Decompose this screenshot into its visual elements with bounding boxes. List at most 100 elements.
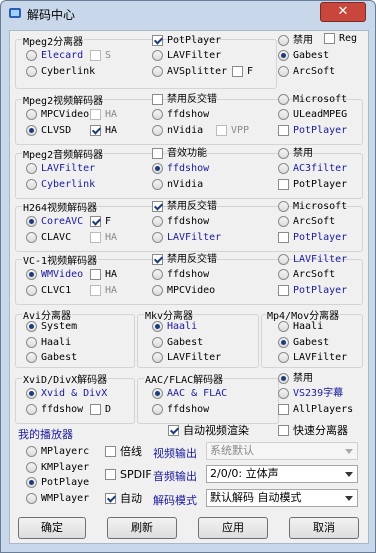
checkbox-icon[interactable] <box>152 201 163 212</box>
option-label: PotPlayer <box>293 179 348 190</box>
radio-icon[interactable] <box>278 66 289 77</box>
radio-icon[interactable] <box>278 321 289 332</box>
checkbox-icon[interactable] <box>105 469 116 480</box>
option-label: SPDIF <box>120 468 152 481</box>
radio-icon[interactable] <box>152 125 163 136</box>
radio-icon[interactable] <box>278 50 289 61</box>
checkbox-icon[interactable] <box>105 493 116 504</box>
radio-icon[interactable] <box>152 109 163 120</box>
radio-icon[interactable] <box>278 352 289 363</box>
radio-icon[interactable] <box>26 232 37 243</box>
checkbox-icon[interactable] <box>278 232 289 243</box>
dropdown-arrow-icon <box>345 449 353 454</box>
radio-icon[interactable] <box>26 337 37 348</box>
option-label: HA <box>105 232 118 243</box>
title-bar[interactable]: 解码中心 ✕ <box>1 1 375 25</box>
radio-icon[interactable] <box>152 179 163 190</box>
checkbox-icon[interactable] <box>90 109 101 120</box>
radio-icon[interactable] <box>278 201 289 212</box>
refresh-button[interactable]: 刷新 <box>107 517 177 539</box>
radio-icon[interactable] <box>152 285 163 296</box>
option-label: ffdshow <box>167 163 210 174</box>
radio-icon[interactable] <box>278 148 289 159</box>
option-label: 倍线 <box>120 445 142 458</box>
checkbox-icon[interactable] <box>90 232 101 243</box>
video-output-select[interactable]: 系统默认 <box>206 442 358 460</box>
checkbox-icon[interactable] <box>232 66 243 77</box>
checkbox-icon[interactable] <box>152 94 163 105</box>
radio-icon[interactable] <box>26 477 37 488</box>
radio-icon[interactable] <box>26 462 37 473</box>
radio-icon[interactable] <box>152 66 163 77</box>
cancel-button[interactable]: 取消 <box>289 517 359 539</box>
radio-icon[interactable] <box>26 125 37 136</box>
decode-mode-select[interactable]: 默认解码 自动模式 <box>206 489 358 507</box>
radio-icon[interactable] <box>26 352 37 363</box>
option-label: LAVFilter <box>167 352 222 363</box>
checkbox-icon[interactable] <box>278 125 289 136</box>
checkbox-icon[interactable] <box>278 285 289 296</box>
radio-icon[interactable] <box>26 216 37 227</box>
radio-icon[interactable] <box>26 269 37 280</box>
radio-icon[interactable] <box>26 388 37 399</box>
close-button[interactable]: ✕ <box>320 2 366 22</box>
radio-icon[interactable] <box>152 216 163 227</box>
radio-icon[interactable] <box>26 50 37 61</box>
checkbox-icon[interactable] <box>90 50 101 61</box>
checkbox-icon[interactable] <box>278 179 289 190</box>
vc1-title: VC-1视频解码器 <box>22 252 99 267</box>
radio-icon[interactable] <box>26 66 37 77</box>
radio-icon[interactable] <box>26 446 37 457</box>
reg-checkbox-box[interactable] <box>324 33 335 44</box>
radio-icon[interactable] <box>152 404 163 415</box>
radio-icon[interactable] <box>152 269 163 280</box>
radio-icon[interactable] <box>278 109 289 120</box>
radio-icon[interactable] <box>152 163 163 174</box>
checkbox-icon[interactable] <box>90 285 101 296</box>
radio-icon[interactable] <box>152 232 163 243</box>
radio-icon[interactable] <box>26 285 37 296</box>
audio-output-select[interactable]: 2/0/0: 立体声 <box>206 465 358 483</box>
radio-icon[interactable] <box>152 50 163 61</box>
close-icon: ✕ <box>337 4 349 19</box>
radio-icon[interactable] <box>278 269 289 280</box>
decode-mode-label: 解码模式 <box>153 494 197 507</box>
radio-icon[interactable] <box>152 337 163 348</box>
checkbox-icon[interactable] <box>90 269 101 280</box>
checkbox-icon[interactable] <box>216 125 227 136</box>
radio-icon[interactable] <box>26 321 37 332</box>
radio-icon[interactable] <box>278 254 289 265</box>
radio-icon[interactable] <box>152 321 163 332</box>
checkbox-icon[interactable] <box>168 425 179 436</box>
apply-button[interactable]: 应用 <box>198 517 268 539</box>
option-label: HA <box>105 269 118 280</box>
option-label: Xvid & DivX <box>41 388 108 399</box>
radio-icon[interactable] <box>152 388 163 399</box>
ok-button[interactable]: 确定 <box>18 517 86 539</box>
option-label: Cyberlink <box>41 66 96 77</box>
checkbox-icon[interactable] <box>278 404 289 415</box>
checkbox-icon[interactable] <box>152 35 163 46</box>
radio-icon[interactable] <box>26 404 37 415</box>
radio-icon[interactable] <box>26 109 37 120</box>
checkbox-icon[interactable] <box>152 254 163 265</box>
checkbox-icon[interactable] <box>90 216 101 227</box>
checkbox-icon[interactable] <box>278 425 289 436</box>
radio-icon[interactable] <box>152 352 163 363</box>
radio-icon[interactable] <box>278 94 289 105</box>
decode-mode-value: 默认解码 自动模式 <box>210 491 302 504</box>
radio-icon[interactable] <box>278 35 289 46</box>
radio-icon[interactable] <box>278 388 289 399</box>
radio-icon[interactable] <box>278 163 289 174</box>
checkbox-icon[interactable] <box>152 148 163 159</box>
checkbox-icon[interactable] <box>90 125 101 136</box>
radio-icon[interactable] <box>278 337 289 348</box>
radio-icon[interactable] <box>26 179 37 190</box>
checkbox-icon[interactable] <box>105 446 116 457</box>
xvid-title: XviD/DivX解码器 <box>22 371 109 386</box>
radio-icon[interactable] <box>278 216 289 227</box>
radio-icon[interactable] <box>278 373 289 384</box>
radio-icon[interactable] <box>26 493 37 504</box>
checkbox-icon[interactable] <box>90 404 101 415</box>
radio-icon[interactable] <box>26 163 37 174</box>
